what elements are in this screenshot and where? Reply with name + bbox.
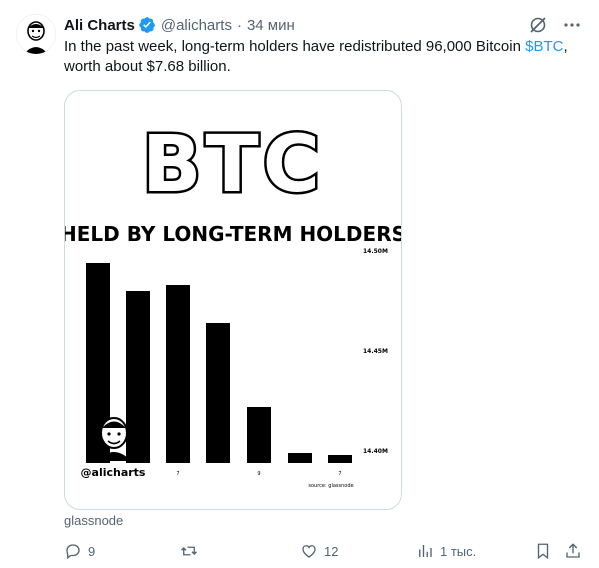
tweet-header: Ali Charts @alicharts · 34 мин	[64, 14, 587, 36]
tweet-text-part1: In the past week, long-term holders have…	[64, 38, 526, 55]
avatar-image	[16, 14, 56, 54]
share-button[interactable]	[564, 540, 582, 562]
bookmark-button[interactable]	[534, 540, 552, 562]
btc-chart: BTC HELD BY LONG-TERM HOLDERS 14.50M 14.4…	[65, 118, 401, 490]
grok-icon[interactable]	[527, 14, 549, 36]
x-tick-label: 7	[176, 471, 179, 477]
reply-button[interactable]: 9	[64, 540, 95, 562]
views-button[interactable]: 1 тыс.	[416, 540, 476, 562]
chart-bar	[247, 407, 271, 463]
view-count: 1 тыс.	[440, 543, 477, 559]
chart-title: BTC	[142, 120, 324, 210]
chart-subtitle: HELD BY LONG-TERM HOLDERS	[65, 222, 401, 246]
bookmark-icon	[537, 543, 549, 560]
chart-bar	[206, 323, 230, 463]
tweet-media-image[interactable]: BTC HELD BY LONG-TERM HOLDERS 14.50M 14.4…	[64, 90, 402, 510]
chart-bar	[166, 285, 190, 463]
tweet-timestamp[interactable]: 34 мин	[247, 17, 295, 34]
chart-source: source: glassnode	[308, 483, 353, 489]
views-icon	[419, 545, 432, 557]
y-tick-label: 14.45M	[363, 348, 388, 355]
author-avatar[interactable]	[16, 14, 56, 54]
reply-count: 9	[88, 543, 96, 559]
more-icon[interactable]	[561, 14, 583, 36]
chart-bar	[288, 453, 312, 463]
reply-icon	[66, 544, 80, 560]
like-count: 12	[324, 543, 339, 559]
x-tick-label: 7	[338, 471, 341, 477]
y-tick-label: 14.40M	[363, 448, 388, 455]
retweet-icon	[181, 546, 197, 556]
chart-bar	[126, 291, 150, 463]
x-tick-label: 9	[257, 471, 260, 477]
action-bar: 9 12 1 тыс.	[64, 540, 584, 562]
retweet-button[interactable]	[180, 540, 204, 562]
chart-watermark: @alicharts	[81, 466, 146, 479]
cashtag-link[interactable]: $BTC	[525, 38, 563, 55]
author-name[interactable]: Ali Charts	[64, 17, 135, 34]
author-handle[interactable]: @alicharts	[161, 17, 232, 34]
y-tick-label: 14.50M	[363, 248, 388, 255]
verified-badge-icon	[138, 16, 156, 34]
like-button[interactable]: 12	[300, 540, 338, 562]
like-icon	[302, 545, 316, 558]
separator-dot: ·	[236, 16, 242, 34]
chart-bar	[328, 455, 352, 463]
share-icon	[566, 543, 580, 558]
media-caption: glassnode	[64, 513, 124, 528]
tweet-text: In the past week, long-term holders have…	[64, 37, 584, 77]
